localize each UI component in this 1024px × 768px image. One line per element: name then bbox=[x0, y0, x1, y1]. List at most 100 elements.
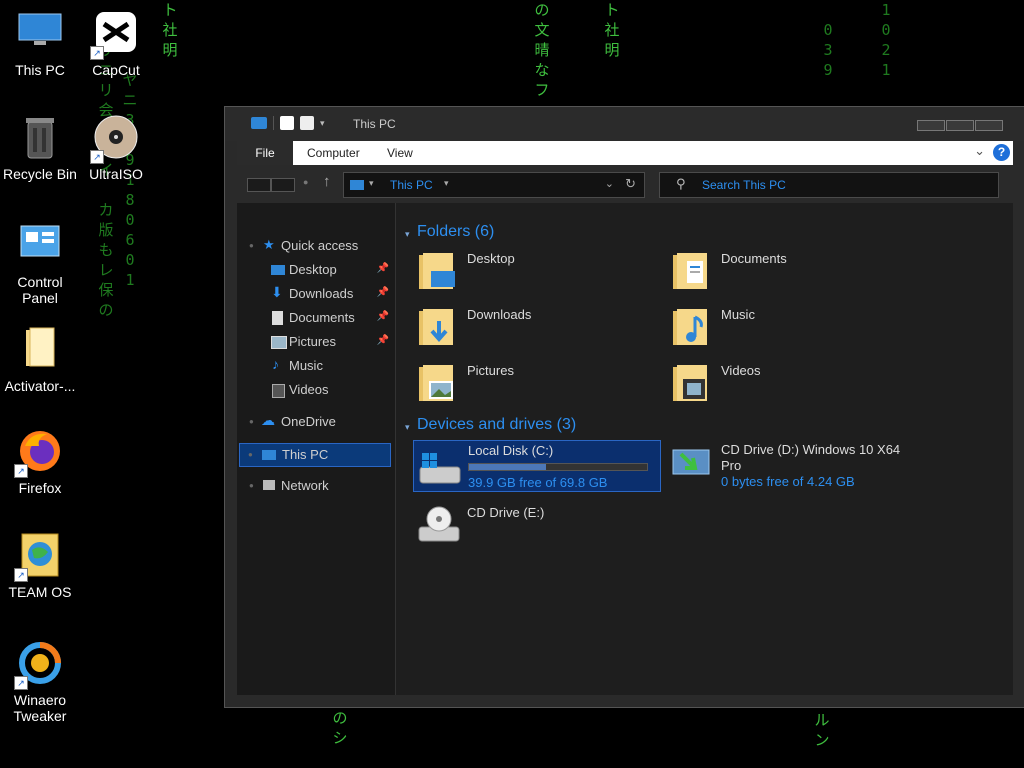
tab-computer[interactable]: Computer bbox=[307, 141, 360, 165]
desktop-icon-team-os[interactable]: ↗ TEAM OS bbox=[0, 532, 80, 600]
document-icon bbox=[272, 311, 283, 325]
collapse-devices-icon[interactable]: ▾ bbox=[405, 422, 410, 433]
refresh-icon[interactable]: ↻ bbox=[625, 176, 636, 192]
ribbon: File Computer View ⌄ ? bbox=[237, 141, 1013, 165]
winaero-icon: ↗ bbox=[14, 640, 64, 690]
drive-d[interactable]: CD Drive (D:) Windows 10 X64 Pro 0 bytes… bbox=[667, 440, 913, 490]
pin-icon[interactable]: 📌 bbox=[377, 287, 389, 298]
nav-onedrive[interactable]: ● ☁ OneDrive bbox=[237, 411, 395, 433]
firefox-icon: ↗ bbox=[14, 428, 64, 478]
maximize-button[interactable] bbox=[946, 120, 974, 131]
drive-c[interactable]: Local Disk (C:) 39.9 GB free of 69.8 GB bbox=[413, 440, 661, 492]
window-title: This PC bbox=[353, 117, 396, 131]
capcut-icon: ↗ bbox=[90, 10, 140, 60]
collapse-folders-icon[interactable]: ▾ bbox=[405, 229, 410, 240]
globe-book-icon: ↗ bbox=[14, 532, 64, 582]
title-bar[interactable]: ▾ This PC bbox=[225, 107, 1024, 141]
this-pc-icon bbox=[251, 117, 267, 129]
pin-icon[interactable]: 📌 bbox=[377, 311, 389, 322]
pin-icon[interactable]: 📌 bbox=[377, 335, 389, 346]
properties-icon[interactable] bbox=[280, 116, 294, 130]
folder-pictures[interactable]: Pictures bbox=[415, 361, 655, 411]
this-pc-icon bbox=[262, 450, 276, 460]
ribbon-expand-icon[interactable]: ⌄ bbox=[974, 143, 985, 159]
folder-documents[interactable]: Documents bbox=[669, 249, 909, 299]
cd-drive-icon bbox=[418, 506, 460, 542]
shortcut-arrow-icon: ↗ bbox=[14, 568, 28, 582]
pin-icon[interactable]: 📌 bbox=[377, 263, 389, 274]
expand-icon[interactable]: ● bbox=[249, 241, 254, 250]
nav-music[interactable]: ♪ Music bbox=[237, 355, 395, 377]
shortcut-arrow-icon: ↗ bbox=[14, 464, 28, 478]
search-input[interactable]: ⚲ Search This PC bbox=[659, 172, 999, 198]
monitor-icon bbox=[16, 10, 64, 58]
desktop-icon-firefox[interactable]: ↗ Firefox bbox=[0, 428, 80, 496]
close-button[interactable] bbox=[975, 120, 1003, 131]
quick-access-toolbar-dropdown-icon[interactable]: ▾ bbox=[320, 118, 325, 129]
shortcut-arrow-icon: ↗ bbox=[90, 150, 104, 164]
hard-drive-icon bbox=[419, 453, 461, 484]
devices-header[interactable]: Devices and drives (3) bbox=[417, 416, 576, 434]
navigation-pane: ● ★ Quick access Desktop 📌 ⬇ Downloads 📌… bbox=[237, 203, 396, 695]
folder-music[interactable]: Music bbox=[669, 305, 909, 355]
downloads-folder-icon bbox=[419, 309, 453, 345]
desktop-icon-this-pc[interactable]: This PC bbox=[0, 10, 80, 78]
cloud-icon: ☁ bbox=[261, 412, 275, 428]
desktop-icon-activator[interactable]: Activator-... bbox=[0, 326, 80, 394]
download-arrow-icon: ⬇ bbox=[271, 284, 283, 300]
folder-downloads[interactable]: Downloads bbox=[415, 305, 655, 355]
tab-view[interactable]: View bbox=[387, 141, 413, 165]
nav-pictures[interactable]: Pictures 📌 bbox=[237, 331, 395, 353]
desktop-icon-capcut[interactable]: ↗ CapCut bbox=[76, 10, 156, 78]
nav-downloads[interactable]: ⬇ Downloads 📌 bbox=[237, 283, 395, 305]
expand-icon[interactable]: ● bbox=[249, 481, 254, 490]
content-pane: ▾ Folders (6) Desktop Documents Download… bbox=[397, 203, 1013, 695]
folder-videos[interactable]: Videos bbox=[669, 361, 909, 411]
drive-e[interactable]: CD Drive (E:) bbox=[413, 503, 659, 553]
explorer-body: ● ★ Quick access Desktop 📌 ⬇ Downloads 📌… bbox=[237, 203, 1013, 695]
address-bar[interactable]: ▾ This PC ▾ ⌄ ↻ bbox=[343, 172, 645, 198]
chevron-down-icon[interactable]: ▾ bbox=[369, 178, 374, 189]
desktop-icon-winaero-tweaker[interactable]: ↗ Winaero Tweaker bbox=[0, 640, 80, 724]
recent-locations-icon[interactable]: ● bbox=[303, 177, 308, 187]
nav-documents[interactable]: Documents 📌 bbox=[237, 307, 395, 329]
nav-desktop[interactable]: Desktop 📌 bbox=[237, 259, 395, 281]
music-note-icon: ♪ bbox=[272, 356, 279, 372]
up-arrow-icon[interactable]: ↑ bbox=[323, 173, 331, 190]
nav-network[interactable]: ● Network bbox=[237, 475, 395, 497]
desktop-icon-control-panel[interactable]: Control Panel bbox=[0, 222, 80, 306]
shortcut-arrow-icon: ↗ bbox=[90, 46, 104, 60]
new-folder-icon[interactable] bbox=[300, 116, 314, 130]
folder-desktop[interactable]: Desktop bbox=[415, 249, 655, 299]
disc-icon: ↗ bbox=[90, 114, 140, 164]
folders-header[interactable]: Folders (6) bbox=[417, 223, 494, 241]
desktop-icon bbox=[271, 265, 285, 275]
nav-this-pc[interactable]: ● This PC bbox=[239, 443, 391, 467]
navigation-bar: ● ↑ ▾ This PC ▾ ⌄ ↻ ⚲ Search This PC bbox=[237, 169, 1013, 199]
breadcrumb-dropdown-icon[interactable]: ▾ bbox=[444, 178, 449, 189]
pictures-folder-icon bbox=[419, 365, 453, 401]
videos-folder-icon bbox=[673, 365, 707, 401]
drive-usage-bar bbox=[468, 463, 648, 471]
folder-icon bbox=[16, 326, 64, 374]
expand-icon[interactable]: ● bbox=[248, 450, 253, 459]
recycle-bin-icon bbox=[16, 114, 64, 162]
this-pc-icon bbox=[350, 180, 364, 190]
address-history-icon[interactable]: ⌄ bbox=[605, 177, 614, 190]
matrix-rain: ト 社 明 bbox=[162, 1, 178, 59]
explorer-window[interactable]: ▾ This PC File Computer View ⌄ ? ● ↑ ▾ T… bbox=[224, 106, 1024, 708]
back-button[interactable] bbox=[247, 178, 271, 192]
nav-quick-access[interactable]: ● ★ Quick access bbox=[237, 235, 395, 257]
minimize-button[interactable] bbox=[917, 120, 945, 131]
matrix-rain: ト 社 明 bbox=[604, 1, 620, 59]
nav-videos[interactable]: Videos bbox=[237, 379, 395, 401]
desktop-icon-ultraiso[interactable]: ↗ UltraISO bbox=[76, 114, 156, 182]
matrix-rain: の 文 晴 な フ bbox=[534, 1, 550, 99]
desktop-icon-recycle-bin[interactable]: Recycle Bin bbox=[0, 114, 80, 182]
desktop-folder-icon bbox=[419, 253, 455, 289]
tab-file[interactable]: File bbox=[237, 141, 293, 165]
matrix-rain: 0 3 9 bbox=[823, 21, 833, 79]
expand-icon[interactable]: ● bbox=[249, 417, 254, 426]
help-icon[interactable]: ? bbox=[993, 144, 1010, 161]
forward-button[interactable] bbox=[271, 178, 295, 192]
